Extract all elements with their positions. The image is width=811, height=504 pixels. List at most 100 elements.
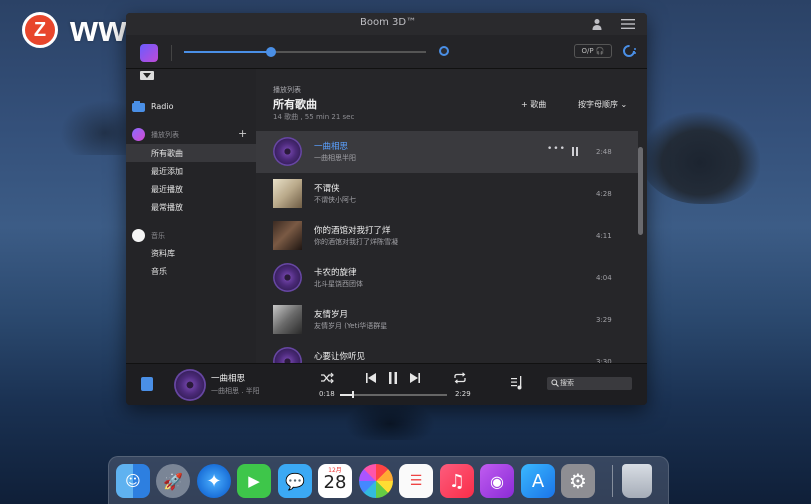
elapsed-time: 0:18 xyxy=(319,390,335,398)
song-row[interactable]: 你的酒馆对我打了烊 你的酒馆对我打了烊陈雪凝 4:11 xyxy=(256,215,638,257)
sidebar-item-label: 所有歌曲 xyxy=(151,149,183,158)
sidebar-item-label: 最近播放 xyxy=(151,185,183,194)
music-note-icon xyxy=(132,229,145,242)
photos-icon[interactable] xyxy=(359,464,393,498)
sidebar-item-all-songs[interactable]: 所有歌曲 xyxy=(126,144,256,162)
dock: ☺ 🚀 ✦ ▶ 💬 12月 28 ☰ ♫ ◉ A ⚙ xyxy=(108,456,669,504)
radio-icon xyxy=(132,101,145,112)
progress-slider-knob[interactable] xyxy=(352,391,354,398)
launchpad-icon[interactable]: 🚀 xyxy=(156,464,190,498)
sidebar-item-recently-played[interactable]: 最近播放 xyxy=(126,180,256,198)
sidebar-header-label: 播放列表 xyxy=(151,131,179,139)
song-row[interactable]: 一曲相思一曲相思半阳 2:48 ••• xyxy=(256,131,638,173)
playlist-panel-icon[interactable] xyxy=(141,377,153,391)
sidebar-item-library[interactable]: 资料库 xyxy=(126,244,256,262)
song-title: 卡农的旋律 xyxy=(314,268,357,278)
sidebar-item-label: 资料库 xyxy=(151,249,175,258)
progress-slider[interactable] xyxy=(340,391,447,398)
song-title: 不谓侠 xyxy=(314,184,340,194)
boom3d-app-icon[interactable] xyxy=(140,44,158,62)
sidebar-music-header: 音乐 xyxy=(126,227,256,245)
reminders-icon[interactable]: ☰ xyxy=(399,464,433,498)
toolbar-divider xyxy=(171,45,172,61)
song-artist: 北斗星饶西团体 xyxy=(314,280,363,288)
podcasts-icon[interactable]: ◉ xyxy=(480,464,514,498)
sidebar-item-label: Radio xyxy=(151,102,174,111)
section-label: 播放列表 xyxy=(273,86,301,94)
system-preferences-icon[interactable]: ⚙ xyxy=(561,464,595,498)
sidebar-item-label: 最常播放 xyxy=(151,203,183,212)
sidebar-item-label: 音乐 xyxy=(151,267,167,276)
effects-ring-icon[interactable] xyxy=(622,44,636,58)
song-artwork xyxy=(273,305,302,334)
add-playlist-button[interactable]: + xyxy=(238,127,247,140)
sidebar-item-music[interactable]: 音乐 xyxy=(126,262,256,280)
volume-slider-knob[interactable] xyxy=(266,47,276,57)
song-title: 友情岁月 xyxy=(314,310,349,320)
song-artwork xyxy=(273,179,302,208)
song-row[interactable]: 不谓侠不谓侠小阿七 4:28 xyxy=(256,173,638,215)
boom3d-window: Boom 3D™ O/P 🎧 Radio 播放列表 + 所有歌曲 最近添加 最近… xyxy=(126,13,647,405)
desktop-background-island xyxy=(640,112,760,204)
sidebar-item-recently-added[interactable]: 最近添加 xyxy=(126,162,256,180)
sort-order-dropdown[interactable]: 按字母顺序 ⌄ xyxy=(578,99,627,110)
song-duration: 2:48 xyxy=(596,148,612,156)
shuffle-icon[interactable] xyxy=(320,372,334,384)
song-duration: 4:28 xyxy=(596,190,612,198)
song-artwork xyxy=(273,137,302,166)
next-track-icon[interactable] xyxy=(408,372,422,384)
calendar-day: 28 xyxy=(323,472,347,493)
song-duration: 3:29 xyxy=(596,316,612,324)
output-device-button[interactable]: O/P 🎧 xyxy=(574,44,612,58)
equalizer-toggle[interactable] xyxy=(439,46,449,56)
song-duration: 4:04 xyxy=(596,274,612,282)
facetime-icon[interactable]: ▶ xyxy=(237,464,271,498)
music-icon[interactable]: ♫ xyxy=(440,464,474,498)
sidebar-item-most-played[interactable]: 最常播放 xyxy=(126,198,256,216)
search-icon xyxy=(551,379,559,387)
sidebar-item-label: 最近添加 xyxy=(151,167,183,176)
pause-icon[interactable] xyxy=(386,372,400,384)
title-bar[interactable]: Boom 3D™ xyxy=(126,13,647,35)
sidebar-item-radio[interactable]: Radio xyxy=(126,98,256,116)
dock-divider xyxy=(612,465,613,497)
user-icon[interactable] xyxy=(592,18,602,30)
page-title: 所有歌曲 xyxy=(273,98,317,111)
playlist-icon xyxy=(132,128,145,141)
song-artwork xyxy=(273,221,302,250)
sidebar-dropdown-button[interactable] xyxy=(140,71,154,80)
more-options-icon[interactable]: ••• xyxy=(547,144,566,154)
main-content: 播放列表 所有歌曲 14 歌曲 , 55 min 21 sec + 歌曲 按字母… xyxy=(256,69,647,376)
hamburger-menu-icon[interactable] xyxy=(621,18,635,30)
pause-icon[interactable] xyxy=(571,147,579,156)
song-artist: 一曲相思半阳 xyxy=(314,154,356,162)
sort-order-label: 按字母顺序 xyxy=(578,100,618,109)
messages-icon[interactable]: 💬 xyxy=(278,464,312,498)
repeat-icon[interactable] xyxy=(453,372,467,384)
finder-icon[interactable]: ☺ xyxy=(116,464,150,498)
search-input[interactable]: 搜索 xyxy=(547,377,632,390)
chevron-down-icon: ⌄ xyxy=(620,100,628,109)
add-song-button[interactable]: + 歌曲 xyxy=(521,99,546,110)
now-playing-artist: 一曲相思 . 半阳 xyxy=(211,387,260,395)
safari-icon[interactable]: ✦ xyxy=(197,464,231,498)
app-store-icon[interactable]: A xyxy=(521,464,555,498)
window-title: Boom 3D™ xyxy=(360,17,417,28)
calendar-icon[interactable]: 12月 28 xyxy=(318,464,352,498)
song-artist: 你的酒馆对我打了烊陈雪凝 xyxy=(314,238,398,246)
volume-slider[interactable] xyxy=(184,47,426,57)
song-artist: 友情岁月 (Yeti华语群星 xyxy=(314,322,388,330)
song-row[interactable]: 卡农的旋律北斗星饶西团体 4:04 xyxy=(256,257,638,299)
sidebar-playlists-header: 播放列表 + xyxy=(126,126,256,144)
queue-list-icon[interactable] xyxy=(511,376,523,390)
song-row[interactable]: 友情岁月友情岁月 (Yeti华语群星 3:29 xyxy=(256,299,638,341)
now-playing-artwork xyxy=(174,369,206,401)
song-artist: 不谓侠小阿七 xyxy=(314,196,356,204)
scrollbar[interactable] xyxy=(638,147,643,235)
song-title: 一曲相思 xyxy=(314,142,349,152)
previous-track-icon[interactable] xyxy=(364,372,378,384)
trash-icon[interactable] xyxy=(622,464,652,498)
song-duration: 4:11 xyxy=(596,232,612,240)
playlist-meta: 14 歌曲 , 55 min 21 sec xyxy=(273,113,355,121)
watermark-logo: Z xyxy=(22,12,58,48)
